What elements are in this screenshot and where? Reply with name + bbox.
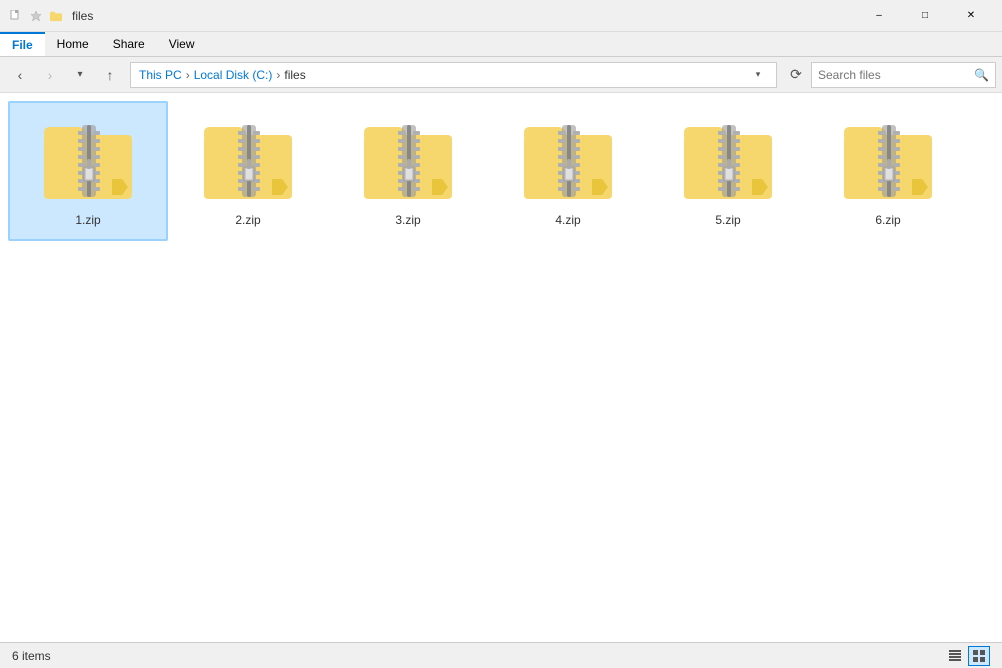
zip-folder-icon xyxy=(360,111,456,207)
breadcrumb-sep-2: › xyxy=(276,68,280,82)
forward-button[interactable]: › xyxy=(36,62,64,88)
page-icon xyxy=(8,8,24,24)
file-item[interactable]: 3.zip xyxy=(328,101,488,241)
up-button[interactable]: ↑ xyxy=(96,62,124,88)
ribbon: File Home Share View xyxy=(0,32,1002,57)
back-button[interactable]: ‹ xyxy=(6,62,34,88)
window-controls: – □ ✕ xyxy=(856,0,994,32)
refresh-button[interactable]: ⟳ xyxy=(783,62,809,88)
file-item[interactable]: 6.zip xyxy=(808,101,968,241)
file-item[interactable]: 4.zip xyxy=(488,101,648,241)
recent-locations-button[interactable]: ▾ xyxy=(66,62,94,88)
search-icon[interactable]: 🔍 xyxy=(974,68,989,82)
tab-file[interactable]: File xyxy=(0,32,45,56)
zip-folder-icon xyxy=(680,111,776,207)
status-bar: 6 items xyxy=(0,642,1002,668)
address-bar[interactable]: This PC › Local Disk (C:) › files ▾ xyxy=(130,62,777,88)
file-item[interactable]: 1.zip xyxy=(8,101,168,241)
tab-home[interactable]: Home xyxy=(45,32,101,56)
zip-folder-icon xyxy=(840,111,936,207)
details-view-button[interactable] xyxy=(944,646,966,666)
zip-folder-icon xyxy=(40,111,136,207)
breadcrumb-local-disk[interactable]: Local Disk (C:) xyxy=(194,68,273,82)
minimize-button[interactable]: – xyxy=(856,0,902,32)
close-button[interactable]: ✕ xyxy=(948,0,994,32)
large-icons-view-button[interactable] xyxy=(968,646,990,666)
file-name: 4.zip xyxy=(555,213,580,227)
zip-folder-icon xyxy=(520,111,616,207)
content-area: 1.zip 2.zip xyxy=(0,93,1002,642)
item-count: 6 items xyxy=(12,649,51,663)
breadcrumb-files: files xyxy=(284,68,305,82)
file-name: 5.zip xyxy=(715,213,740,227)
file-name: 3.zip xyxy=(395,213,420,227)
tab-view[interactable]: View xyxy=(157,32,207,56)
file-name: 2.zip xyxy=(235,213,260,227)
ribbon-tab-bar: File Home Share View xyxy=(0,32,1002,56)
search-box[interactable]: 🔍 xyxy=(811,62,996,88)
window-title: files xyxy=(72,9,856,23)
search-input[interactable] xyxy=(818,68,974,82)
maximize-button[interactable]: □ xyxy=(902,0,948,32)
breadcrumb-sep-1: › xyxy=(186,68,190,82)
file-grid: 1.zip 2.zip xyxy=(0,93,1002,642)
file-name: 1.zip xyxy=(75,213,100,227)
folder-icon-title xyxy=(48,8,64,24)
title-bar: files – □ ✕ xyxy=(0,0,1002,32)
quick-access-icon xyxy=(28,8,44,24)
title-icons xyxy=(8,8,64,24)
navigation-toolbar: ‹ › ▾ ↑ This PC › Local Disk (C:) › file… xyxy=(0,57,1002,93)
file-item[interactable]: 5.zip xyxy=(648,101,808,241)
tab-share[interactable]: Share xyxy=(101,32,157,56)
view-buttons xyxy=(944,646,990,666)
dropdown-button[interactable]: ▾ xyxy=(748,65,768,85)
file-name: 6.zip xyxy=(875,213,900,227)
file-item[interactable]: 2.zip xyxy=(168,101,328,241)
zip-folder-icon xyxy=(200,111,296,207)
breadcrumb-this-pc[interactable]: This PC xyxy=(139,68,182,82)
